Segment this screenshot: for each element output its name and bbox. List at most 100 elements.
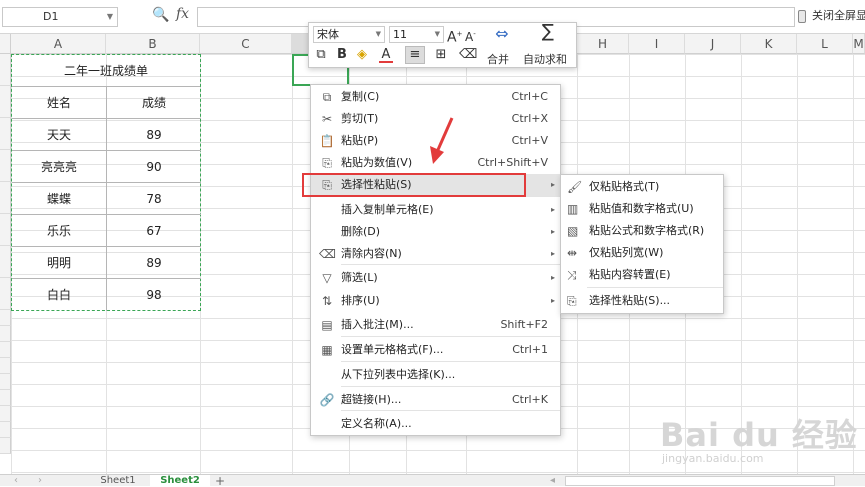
row-header[interactable] (0, 438, 11, 454)
submenu-item[interactable]: ⎘ 选择性粘贴(S)... (561, 290, 723, 312)
submenu-item[interactable]: ▧ 粘贴公式和数字格式(R) (561, 220, 723, 242)
clear-format-icon[interactable]: ⌫ (459, 47, 477, 63)
column-header[interactable]: C (200, 34, 292, 54)
context-menu-item[interactable]: 📋 粘贴(P) Ctrl+V (311, 130, 560, 152)
bold-icon[interactable]: B (335, 47, 349, 63)
row-header[interactable] (0, 326, 11, 342)
column-header[interactable]: J (685, 34, 741, 54)
context-menu-item[interactable]: ⌫ 清除内容(N) ▸ (311, 243, 560, 265)
row-header[interactable] (0, 118, 11, 150)
context-menu-item[interactable]: ⧉ 复制(C) Ctrl+C (311, 86, 560, 108)
align-center-icon[interactable]: ≡ (405, 46, 425, 64)
context-menu-item[interactable]: 插入复制单元格(E) ▸ (311, 199, 560, 221)
grid-line (292, 54, 293, 474)
table-cell[interactable]: 蝶蝶 (12, 183, 107, 215)
table-cell[interactable]: 明明 (12, 247, 107, 279)
context-menu-item[interactable]: 定义名称(A)... (311, 413, 560, 435)
row-header[interactable] (0, 358, 11, 374)
row-header[interactable] (0, 390, 11, 406)
fullscreen-toggle[interactable]: 关闭全屏显示 (798, 7, 865, 27)
table-cell[interactable]: 天天 (12, 119, 107, 151)
table-cell[interactable]: 90 (107, 151, 201, 183)
filter-icon: ▽ (322, 271, 332, 285)
context-menu-item[interactable]: 删除(D) ▸ (311, 221, 560, 243)
table-cell[interactable]: 白白 (12, 279, 107, 311)
tab-sheet2[interactable]: Sheet2 (150, 475, 210, 487)
column-header[interactable]: L (797, 34, 853, 54)
fullscreen-label: 关闭全屏显示 (812, 9, 865, 22)
fx-icon[interactable]: fx (176, 6, 189, 22)
context-menu-item[interactable]: ▤ 插入批注(M)... Shift+F2 (311, 314, 560, 336)
font-size-select[interactable]: 11 ▼ (389, 26, 444, 43)
fill-color-icon[interactable]: ◈ (353, 47, 371, 63)
table-cell[interactable]: 67 (107, 215, 201, 247)
merge-label[interactable]: 合并 (487, 51, 509, 67)
row-header[interactable] (0, 54, 11, 86)
increase-font-icon[interactable]: A+ (447, 26, 462, 46)
column-header[interactable]: I (629, 34, 685, 54)
watermark-sub: jingyan.baidu.com (662, 452, 764, 465)
row-header[interactable] (0, 342, 11, 358)
context-menu-item[interactable]: 🔗 超链接(H)... Ctrl+K (311, 389, 560, 411)
submenu-item[interactable]: ⇹ 仅粘贴列宽(W) (561, 242, 723, 264)
row-header[interactable] (0, 246, 11, 278)
tab-sheet1[interactable]: Sheet1 (88, 475, 148, 487)
context-menu-item[interactable]: ▽ 筛选(L) ▸ (311, 267, 560, 289)
column-header[interactable]: A (11, 34, 106, 54)
format-painter-icon[interactable]: ⧉ (313, 47, 329, 63)
hscroll-left-icon[interactable]: ◂ (550, 475, 555, 487)
column-header[interactable]: K (741, 34, 797, 54)
decrease-font-icon[interactable]: A- (465, 26, 476, 45)
merge-icon[interactable]: ⇔ (491, 26, 513, 42)
font-color-icon[interactable]: A (379, 47, 393, 63)
horizontal-scrollbar[interactable] (565, 476, 835, 486)
table-cell[interactable]: 78 (107, 183, 201, 215)
row-header[interactable] (0, 214, 11, 246)
table-title[interactable]: 二年一班成绩单 (12, 55, 200, 87)
context-menu-item[interactable]: ⇅ 排序(U) ▸ (311, 290, 560, 312)
select-all-corner[interactable] (0, 34, 11, 54)
zoom-icon[interactable]: 🔍 (152, 7, 169, 23)
font-family-select[interactable]: 宋体 ▼ (313, 26, 385, 43)
table-cell[interactable]: 亮亮亮 (12, 151, 107, 183)
table-header-cell[interactable]: 姓名 (12, 87, 107, 119)
add-sheet-button[interactable]: + (215, 475, 225, 487)
submenu-item[interactable]: 🖌 仅粘贴格式(T) (561, 176, 723, 198)
column-header[interactable]: B (106, 34, 200, 54)
menu-item-shortcut: Ctrl+1 (512, 343, 548, 356)
menu-item-label: 超链接(H)... (341, 393, 402, 406)
row-header[interactable] (0, 406, 11, 422)
chevron-down-icon[interactable]: ▼ (107, 8, 113, 26)
row-header[interactable] (0, 310, 11, 326)
table-cell[interactable]: 98 (107, 279, 201, 311)
row-header[interactable] (0, 150, 11, 182)
context-menu-item[interactable]: ⎘ 粘贴为数值(V) Ctrl+Shift+V (311, 152, 560, 174)
submenu-item[interactable]: ⤨ 粘贴内容转置(E) (561, 264, 723, 286)
autosum-icon[interactable]: ∑ (537, 23, 559, 41)
row-header[interactable] (0, 422, 11, 438)
context-menu-item[interactable]: 从下拉列表中选择(K)... (311, 364, 560, 386)
menu-item-shortcut: Ctrl+Shift+V (477, 156, 548, 169)
borders-icon[interactable]: ⊞ (433, 47, 449, 63)
scroll-right-icon[interactable]: › (38, 475, 42, 487)
submenu-item[interactable]: ▥ 粘贴值和数字格式(U) (561, 198, 723, 220)
table-header-cell[interactable]: 成绩 (107, 87, 201, 119)
context-menu-item[interactable]: ▦ 设置单元格格式(F)... Ctrl+1 (311, 339, 560, 361)
menu-item-label: 插入批注(M)... (341, 318, 414, 331)
column-header[interactable]: H (577, 34, 629, 54)
column-header[interactable]: M (853, 34, 865, 54)
row-header[interactable] (0, 182, 11, 214)
row-header[interactable] (0, 86, 11, 118)
table-cell[interactable]: 89 (107, 247, 201, 279)
context-menu-item[interactable]: ✂ 剪切(T) Ctrl+X (311, 108, 560, 130)
table-cell[interactable]: 乐乐 (12, 215, 107, 247)
chevron-right-icon: ▸ (550, 227, 555, 236)
autosum-label[interactable]: 自动求和 (523, 51, 567, 67)
paste-values-icon: ⎘ (322, 156, 332, 170)
row-header[interactable] (0, 374, 11, 390)
menu-item-shortcut: Shift+F2 (500, 318, 548, 331)
row-header[interactable] (0, 278, 11, 310)
name-box[interactable]: D1 ▼ (2, 7, 118, 27)
scroll-left-icon[interactable]: ‹ (14, 475, 18, 487)
table-cell[interactable]: 89 (107, 119, 201, 151)
